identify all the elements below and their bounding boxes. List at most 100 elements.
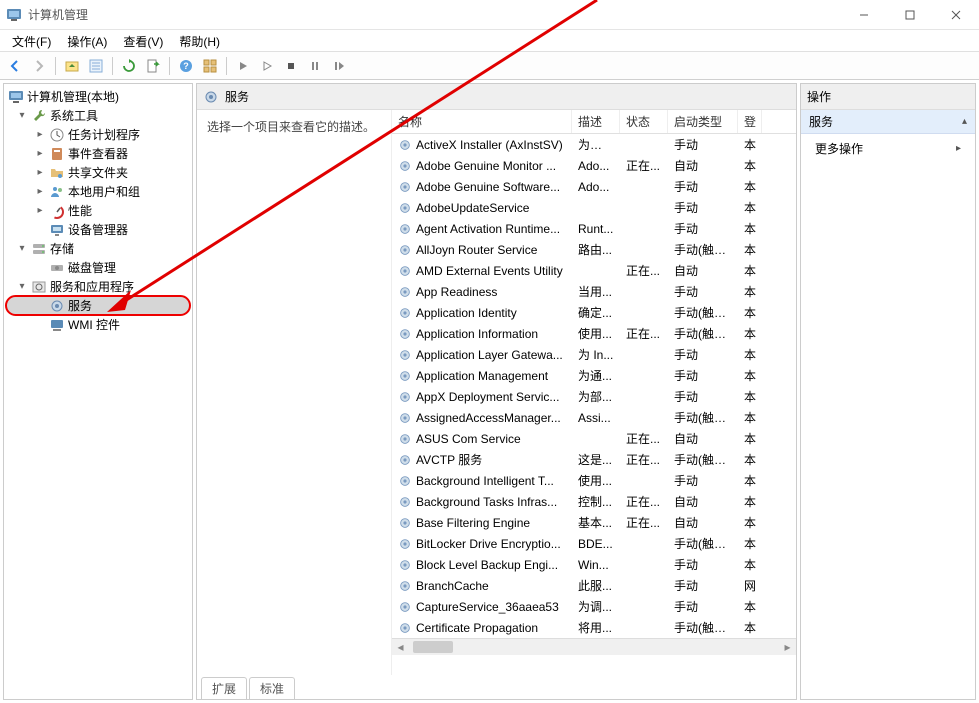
tree-local-users[interactable]: ▸ 本地用户和组 (6, 182, 190, 201)
tree-event-viewer[interactable]: ▸ 事件查看器 (6, 144, 190, 163)
expand-icon[interactable]: ▸ (34, 148, 46, 160)
collapse-icon[interactable]: ▾ (16, 243, 28, 255)
service-row[interactable]: Adobe Genuine Monitor ...Ado...正在...自动本 (392, 155, 796, 176)
maximize-button[interactable] (887, 0, 933, 30)
minimize-button[interactable] (841, 0, 887, 30)
service-row[interactable]: Application Management为通...手动本 (392, 365, 796, 386)
tree-storage[interactable]: ▾ 存储 (6, 239, 190, 258)
service-name: Agent Activation Runtime... (416, 222, 560, 236)
tree-shared-folders[interactable]: ▸ 共享文件夹 (6, 163, 190, 182)
service-row[interactable]: AdobeUpdateService手动本 (392, 197, 796, 218)
scroll-thumb[interactable] (413, 641, 453, 653)
service-name: AssignedAccessManager... (416, 411, 561, 425)
refresh-button[interactable] (118, 55, 140, 77)
tree-wmi[interactable]: ▸ WMI 控件 (6, 315, 190, 334)
play-alt-button[interactable] (256, 55, 278, 77)
service-desc: BDE... (572, 537, 620, 551)
service-row[interactable]: BitLocker Drive Encryptio...BDE...手动(触发.… (392, 533, 796, 554)
play-button[interactable] (232, 55, 254, 77)
service-row[interactable]: AVCTP 服务这是...正在...手动(触发...本 (392, 449, 796, 470)
horizontal-scrollbar[interactable]: ◂ ▸ (392, 638, 796, 655)
service-row[interactable]: ActiveX Installer (AxInstSV)为从 ...手动本 (392, 134, 796, 155)
actions-section[interactable]: 服务 ▴ (801, 110, 975, 134)
tab-extended[interactable]: 扩展 (201, 677, 247, 699)
view-options-button[interactable] (199, 55, 221, 77)
tab-standard[interactable]: 标准 (249, 677, 295, 699)
service-row[interactable]: CaptureService_36aaea53为调...手动本 (392, 596, 796, 617)
service-row[interactable]: ASUS Com Service正在...自动本 (392, 428, 796, 449)
col-startup[interactable]: 启动类型 (668, 110, 738, 133)
service-row[interactable]: Certificate Propagation将用...手动(触发...本 (392, 617, 796, 638)
col-desc[interactable]: 描述 (572, 110, 620, 133)
device-icon (49, 222, 65, 238)
up-button[interactable] (61, 55, 83, 77)
expand-icon[interactable]: ▸ (34, 167, 46, 179)
service-status: 正在... (620, 451, 668, 468)
tree-root[interactable]: 计算机管理(本地) (6, 87, 190, 106)
collapse-icon[interactable]: ▾ (16, 281, 28, 293)
gear-icon (398, 348, 412, 362)
properties-button[interactable] (85, 55, 107, 77)
tree-services[interactable]: ▸ 服务 (6, 296, 190, 315)
nav-forward-button[interactable] (28, 55, 50, 77)
service-row[interactable]: Background Tasks Infras...控制...正在...自动本 (392, 491, 796, 512)
restart-button[interactable] (328, 55, 350, 77)
service-startup: 自动 (668, 514, 738, 531)
menu-file[interactable]: 文件(F) (4, 30, 59, 51)
menu-view[interactable]: 查看(V) (115, 30, 171, 51)
scroll-right-icon[interactable]: ▸ (779, 639, 796, 656)
tree-disk-mgmt[interactable]: ▸ 磁盘管理 (6, 258, 190, 277)
expand-icon[interactable]: ▸ (34, 129, 46, 141)
service-startup: 手动 (668, 598, 738, 615)
service-account: 本 (738, 136, 762, 153)
services-list[interactable]: 名称 描述 状态 启动类型 登 ActiveX Installer (AxIns… (392, 110, 796, 675)
tree-system-tools[interactable]: ▾ 系统工具 (6, 106, 190, 125)
service-row[interactable]: Block Level Backup Engi...Win...手动本 (392, 554, 796, 575)
collapse-icon[interactable]: ▾ (16, 110, 28, 122)
col-status[interactable]: 状态 (620, 110, 668, 133)
service-desc: 使用... (572, 325, 620, 342)
col-name[interactable]: 名称 (392, 110, 572, 133)
close-button[interactable] (933, 0, 979, 30)
service-status: 正在... (620, 262, 668, 279)
expand-icon[interactable]: ▸ (34, 205, 46, 217)
nav-back-button[interactable] (4, 55, 26, 77)
service-desc: Ado... (572, 180, 620, 194)
service-name: AMD External Events Utility (416, 264, 563, 278)
service-row[interactable]: Adobe Genuine Software...Ado...手动本 (392, 176, 796, 197)
service-desc: 此服... (572, 577, 620, 594)
tree-panel[interactable]: 计算机管理(本地) ▾ 系统工具 ▸ 任务计划程序 ▸ 事件查看器 ▸ 共享文件… (3, 83, 193, 700)
col-account[interactable]: 登 (738, 110, 762, 133)
help-button[interactable]: ? (175, 55, 197, 77)
folder-share-icon (49, 165, 65, 181)
tree-task-scheduler[interactable]: ▸ 任务计划程序 (6, 125, 190, 144)
expand-icon[interactable]: ▸ (34, 186, 46, 198)
service-desc: 为部... (572, 388, 620, 405)
service-row[interactable]: Base Filtering Engine基本...正在...自动本 (392, 512, 796, 533)
menu-help[interactable]: 帮助(H) (171, 30, 228, 51)
pause-button[interactable] (304, 55, 326, 77)
scroll-left-icon[interactable]: ◂ (392, 639, 409, 656)
stop-button[interactable] (280, 55, 302, 77)
service-row[interactable]: AssignedAccessManager...Assi...手动(触发...本 (392, 407, 796, 428)
service-row[interactable]: Application Layer Gatewa...为 In...手动本 (392, 344, 796, 365)
service-row[interactable]: AMD External Events Utility正在...自动本 (392, 260, 796, 281)
service-account: 本 (738, 346, 762, 363)
service-row[interactable]: Agent Activation Runtime...Runt...手动本 (392, 218, 796, 239)
service-desc: 为通... (572, 367, 620, 384)
actions-more[interactable]: 更多操作 ▸ (801, 134, 975, 163)
export-button[interactable] (142, 55, 164, 77)
service-row[interactable]: Application Information使用...正在...手动(触发..… (392, 323, 796, 344)
service-row[interactable]: Background Intelligent T...使用...手动本 (392, 470, 796, 491)
menu-action[interactable]: 操作(A) (59, 30, 115, 51)
service-row[interactable]: AppX Deployment Servic...为部...手动本 (392, 386, 796, 407)
tree-performance[interactable]: ▸ 性能 (6, 201, 190, 220)
service-row[interactable]: BranchCache此服...手动网 (392, 575, 796, 596)
service-row[interactable]: App Readiness当用...手动本 (392, 281, 796, 302)
wrench-icon (31, 108, 47, 124)
tree-device-manager[interactable]: ▸ 设备管理器 (6, 220, 190, 239)
service-row[interactable]: Application Identity确定...手动(触发...本 (392, 302, 796, 323)
service-row[interactable]: AllJoyn Router Service路由...手动(触发...本 (392, 239, 796, 260)
service-name: AllJoyn Router Service (416, 243, 537, 257)
tree-services-apps[interactable]: ▾ 服务和应用程序 (6, 277, 190, 296)
